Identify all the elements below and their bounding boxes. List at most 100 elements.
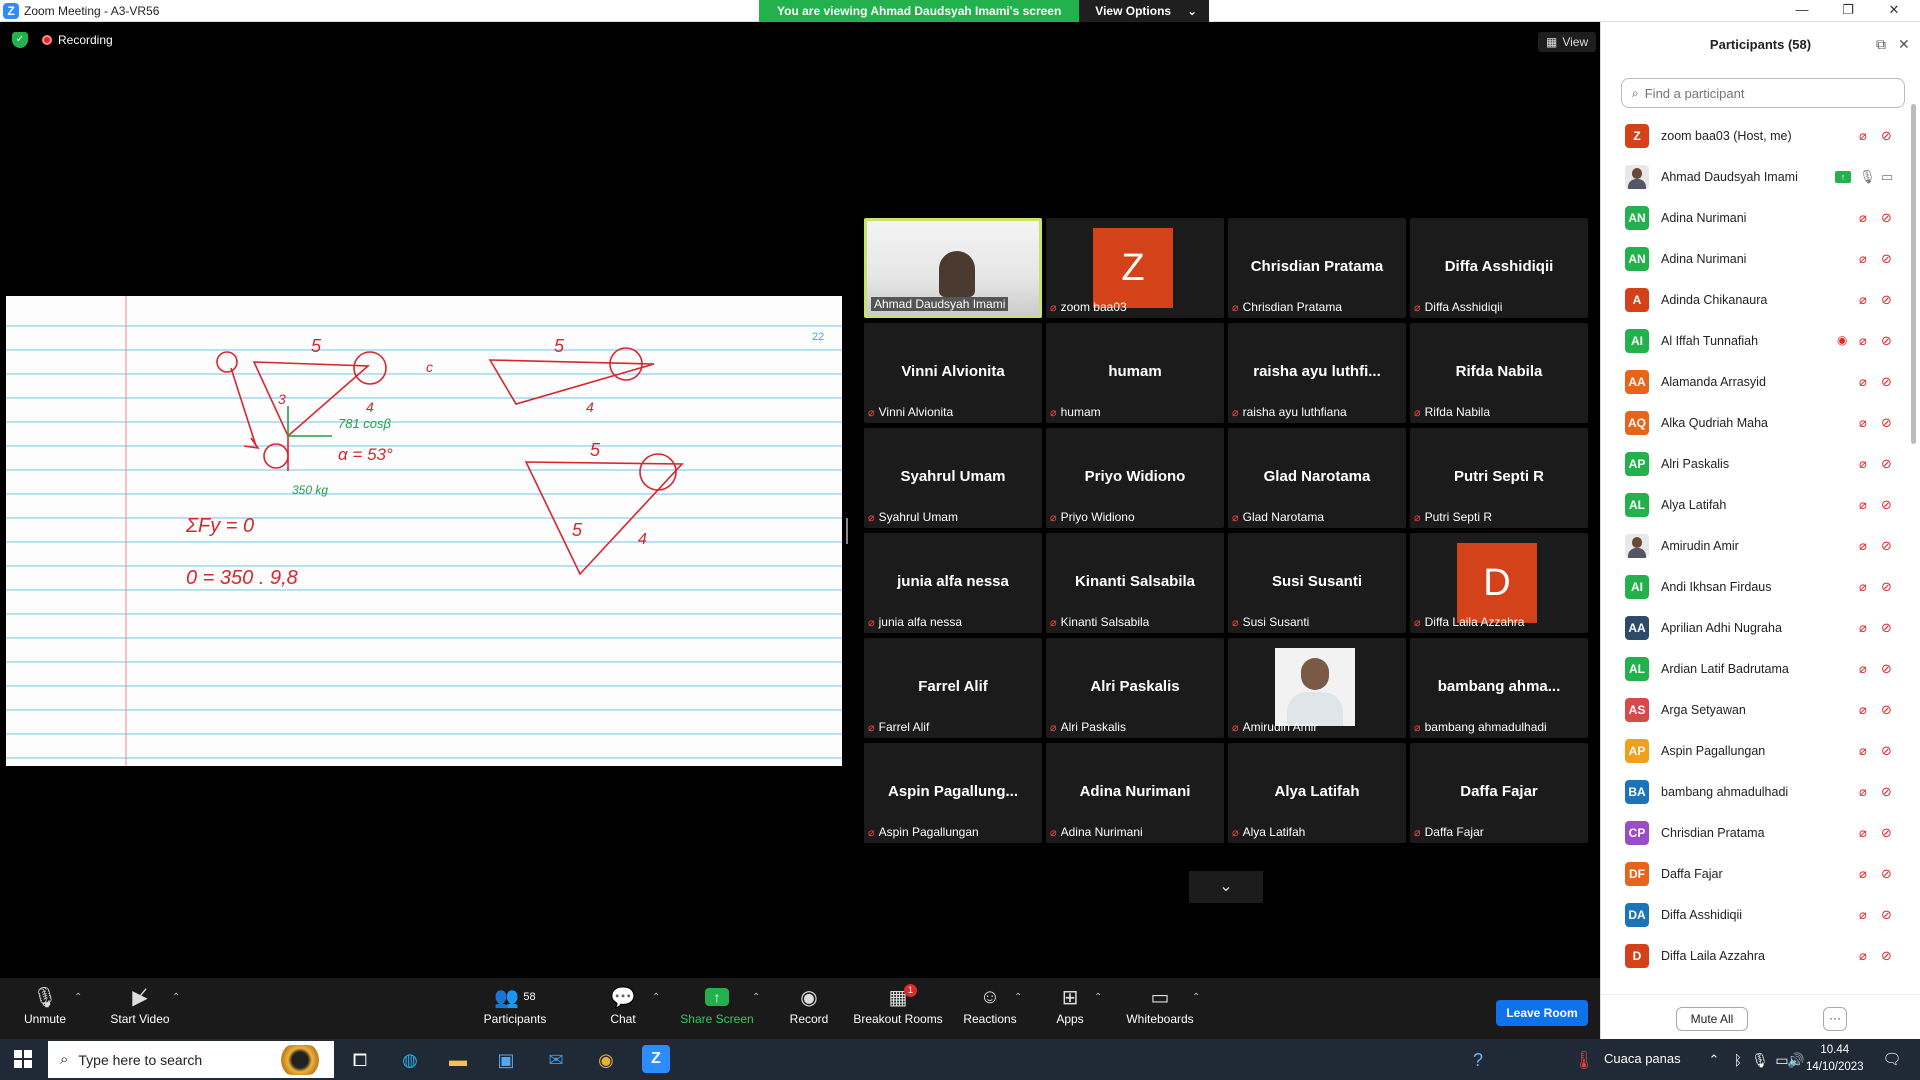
participant-row[interactable]: Amirudin Amir ⌀ ⊘ bbox=[1601, 526, 1907, 567]
camera-off-icon[interactable]: ⊘ bbox=[1881, 292, 1892, 308]
video-tile[interactable]: Rifda Nabila ⌀ Rifda Nabila bbox=[1410, 323, 1588, 423]
notification-icon[interactable]: 🗨 bbox=[1880, 1049, 1904, 1071]
leave-room-button[interactable]: Leave Room bbox=[1496, 1000, 1588, 1026]
video-tile[interactable]: Priyo Widiono ⌀ Priyo Widiono bbox=[1046, 428, 1224, 528]
mail-icon[interactable]: ✉ bbox=[544, 1049, 568, 1071]
taskbar-search-box[interactable]: ⌕ Type here to search bbox=[48, 1041, 334, 1078]
video-tile[interactable]: bambang ahma... ⌀ bambang ahmadulhadi bbox=[1410, 638, 1588, 738]
camera-off-icon[interactable]: ⊘ bbox=[1881, 456, 1892, 472]
participant-row[interactable]: AL Alya Latifah ⌀ ⊘ bbox=[1601, 485, 1907, 526]
participant-row[interactable]: AI Andi Ikhsan Firdaus ⌀ ⊘ bbox=[1601, 567, 1907, 608]
participant-row[interactable]: AP Alri Paskalis ⌀ ⊘ bbox=[1601, 444, 1907, 485]
video-tile[interactable]: Alri Paskalis ⌀ Alri Paskalis bbox=[1046, 638, 1224, 738]
camera-icon[interactable]: ▭ bbox=[1881, 169, 1893, 185]
participant-row[interactable]: DA Diffa Asshidiqii ⌀ ⊘ bbox=[1601, 895, 1907, 936]
muted-mic-icon[interactable]: ⌀ bbox=[1859, 825, 1867, 841]
muted-mic-icon[interactable]: ⌀ bbox=[1859, 661, 1867, 677]
shield-icon[interactable]: ✓ bbox=[12, 32, 28, 48]
muted-mic-icon[interactable]: ⌀ bbox=[1859, 538, 1867, 554]
maximize-button[interactable]: ❐ bbox=[1826, 0, 1870, 22]
apps-button[interactable]: ⊞ Apps bbox=[1052, 984, 1088, 1027]
participant-row[interactable]: AI Al Iffah Tunnafiah ◉ ⌀ ⊘ bbox=[1601, 321, 1907, 362]
chrome-icon[interactable]: ◉ bbox=[594, 1049, 618, 1071]
camera-off-icon[interactable]: ⊘ bbox=[1881, 743, 1892, 759]
camera-off-icon[interactable]: ⊘ bbox=[1881, 948, 1892, 964]
participant-row[interactable]: CP Chrisdian Pratama ⌀ ⊘ bbox=[1601, 813, 1907, 854]
reactions-caret-icon[interactable]: ⌃ bbox=[1014, 992, 1022, 1003]
camera-off-icon[interactable]: ⊘ bbox=[1881, 907, 1892, 923]
camera-off-icon[interactable]: ⊘ bbox=[1881, 620, 1892, 636]
pop-out-icon[interactable]: ⧉ bbox=[1876, 36, 1886, 53]
camera-off-icon[interactable]: ⊘ bbox=[1881, 866, 1892, 882]
muted-mic-icon[interactable]: ⌀ bbox=[1859, 702, 1867, 718]
video-tile[interactable]: Glad Narotama ⌀ Glad Narotama bbox=[1228, 428, 1406, 528]
muted-mic-icon[interactable]: ⌀ bbox=[1859, 620, 1867, 636]
camera-off-icon[interactable]: ⊘ bbox=[1881, 251, 1892, 267]
camera-off-icon[interactable]: ⊘ bbox=[1881, 497, 1892, 513]
help-icon[interactable]: ? bbox=[1466, 1049, 1490, 1071]
breakout-rooms-button[interactable]: ▦ 1 Breakout Rooms bbox=[852, 984, 944, 1026]
video-tile[interactable]: ⌀ Amirudin Amir bbox=[1228, 638, 1406, 738]
chat-button[interactable]: 💬 Chat bbox=[600, 984, 646, 1027]
minimize-button[interactable]: — bbox=[1780, 0, 1824, 22]
video-tile[interactable]: Alya Latifah ⌀ Alya Latifah bbox=[1228, 743, 1406, 843]
whiteboards-button[interactable]: ▭ Whiteboards bbox=[1124, 984, 1196, 1027]
share-options-caret-icon[interactable]: ⌃ bbox=[752, 992, 760, 1003]
close-panel-icon[interactable]: ✕ bbox=[1898, 36, 1910, 53]
participant-row[interactable]: BA bambang ahmadulhadi ⌀ ⊘ bbox=[1601, 772, 1907, 813]
participant-row[interactable]: AL Ardian Latif Badrutama ⌀ ⊘ bbox=[1601, 649, 1907, 690]
muted-mic-icon[interactable]: ⌀ bbox=[1859, 415, 1867, 431]
unmute-button[interactable]: 🎙 Unmute bbox=[20, 984, 70, 1027]
participant-row[interactable]: AA Alamanda Arrasyid ⌀ ⊘ bbox=[1601, 362, 1907, 403]
video-options-caret-icon[interactable]: ⌃ bbox=[172, 992, 180, 1003]
muted-mic-icon[interactable]: ⌀ bbox=[1859, 866, 1867, 882]
camera-off-icon[interactable]: ⊘ bbox=[1881, 415, 1892, 431]
video-tile[interactable]: Putri Septi R ⌀ Putri Septi R bbox=[1410, 428, 1588, 528]
video-tile[interactable]: Farrel Alif ⌀ Farrel Alif bbox=[864, 638, 1042, 738]
video-tile[interactable]: Vinni Alvionita ⌀ Vinni Alvionita bbox=[864, 323, 1042, 423]
chat-options-caret-icon[interactable]: ⌃ bbox=[652, 992, 660, 1003]
windows-start-icon[interactable] bbox=[14, 1050, 32, 1068]
participant-row[interactable]: AA Aprilian Adhi Nugraha ⌀ ⊘ bbox=[1601, 608, 1907, 649]
video-tile[interactable]: Z ⌀ zoom baa03 bbox=[1046, 218, 1224, 318]
split-divider-handle[interactable] bbox=[846, 518, 848, 544]
video-tile[interactable]: Adina Nurimani ⌀ Adina Nurimani bbox=[1046, 743, 1224, 843]
camera-off-icon[interactable]: ⊘ bbox=[1881, 333, 1892, 349]
muted-mic-icon[interactable]: ⌀ bbox=[1859, 128, 1867, 144]
video-tile[interactable]: Aspin Pagallung... ⌀ Aspin Pagallungan bbox=[864, 743, 1042, 843]
view-button[interactable]: ▦ View bbox=[1538, 32, 1597, 52]
video-tile[interactable]: Daffa Fajar ⌀ Daffa Fajar bbox=[1410, 743, 1588, 843]
participant-row[interactable]: AQ Alka Qudriah Maha ⌀ ⊘ bbox=[1601, 403, 1907, 444]
participant-list[interactable]: Zzoom baa03 (Host, me) ⌀ ⊘ Ahmad Daudsyah I… bbox=[1601, 116, 1907, 994]
video-tile[interactable]: Susi Susanti ⌀ Susi Susanti bbox=[1228, 533, 1406, 633]
participant-list-scrollbar[interactable] bbox=[1911, 104, 1916, 444]
participant-search-input[interactable] bbox=[1644, 85, 1885, 101]
mic-icon[interactable]: 🎙 bbox=[1859, 169, 1876, 185]
system-clock[interactable]: 10.44 14/10/2023 bbox=[1806, 1042, 1864, 1076]
shared-screen[interactable]: 22 5 c 3 4 781 cosβ α = 53° 350 kg ΣFy =… bbox=[6, 296, 842, 766]
whiteboards-caret-icon[interactable]: ⌃ bbox=[1192, 992, 1200, 1003]
view-options-button[interactable]: View Options ⌄ bbox=[1079, 0, 1210, 22]
camera-off-icon[interactable]: ⊘ bbox=[1881, 210, 1892, 226]
participants-button[interactable]: 👥 58 Participants bbox=[480, 984, 550, 1027]
video-tile[interactable]: humam ⌀ humam bbox=[1046, 323, 1224, 423]
participant-row[interactable]: Ahmad Daudsyah Imami ↑ 🎙 ▭ bbox=[1601, 157, 1907, 198]
camera-off-icon[interactable]: ⊘ bbox=[1881, 702, 1892, 718]
participant-row[interactable]: AN Adina Nurimani ⌀ ⊘ bbox=[1601, 239, 1907, 280]
camera-off-icon[interactable]: ⊘ bbox=[1881, 661, 1892, 677]
participant-row[interactable]: AN Adina Nurimani ⌀ ⊘ bbox=[1601, 198, 1907, 239]
weather-text[interactable]: Cuaca panas bbox=[1604, 1051, 1681, 1066]
video-tile[interactable]: Diffa Asshidiqii ⌀ Diffa Asshidiqii bbox=[1410, 218, 1588, 318]
next-page-chevron-icon[interactable]: ⌄ bbox=[1189, 871, 1263, 903]
mute-all-button[interactable]: Mute All bbox=[1676, 1007, 1748, 1031]
muted-mic-icon[interactable]: ⌀ bbox=[1859, 374, 1867, 390]
participant-row[interactable]: DF Daffa Fajar ⌀ ⊘ bbox=[1601, 854, 1907, 895]
reactions-button[interactable]: ☺ Reactions bbox=[962, 984, 1018, 1027]
participant-row[interactable]: AS Arga Setyawan ⌀ ⊘ bbox=[1601, 690, 1907, 731]
muted-mic-icon[interactable]: ⌀ bbox=[1859, 251, 1867, 267]
microphone-tray-icon[interactable]: 🎙 bbox=[1748, 1049, 1772, 1071]
apps-caret-icon[interactable]: ⌃ bbox=[1094, 992, 1102, 1003]
recording-indicator[interactable]: Recording bbox=[42, 33, 113, 47]
camera-off-icon[interactable]: ⊘ bbox=[1881, 825, 1892, 841]
bluetooth-icon[interactable]: ᛒ bbox=[1726, 1049, 1750, 1071]
